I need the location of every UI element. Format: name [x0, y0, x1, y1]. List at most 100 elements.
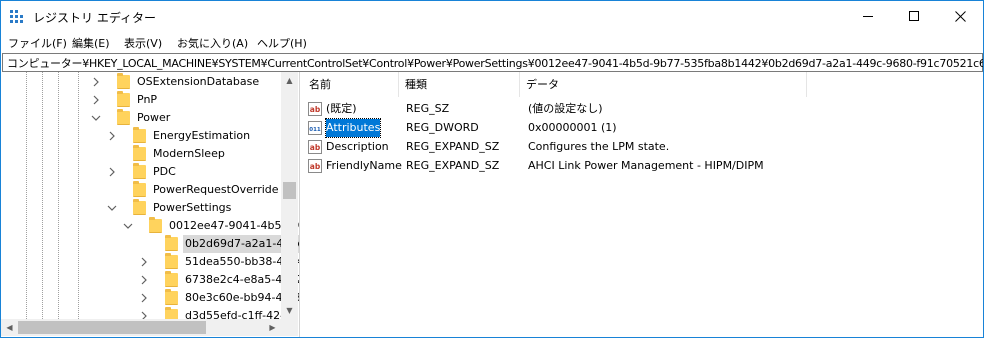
tree-item-label[interactable]: EnergyEstimation [151, 127, 252, 145]
folder-icon [117, 109, 130, 125]
value-row[interactable]: ab Description REG_EXPAND_SZ Configures the… [303, 138, 983, 156]
folder-icon [133, 163, 146, 179]
string-value-icon: ab [308, 102, 322, 116]
maximize-icon [909, 11, 919, 21]
folder-icon [133, 199, 146, 215]
folder-icon [165, 271, 178, 287]
value-data: AHCI Link Power Management - HIPM/DIPM [528, 159, 764, 172]
folder-icon [133, 181, 146, 197]
tree-item[interactable]: Power [1, 109, 281, 127]
chevron-down-icon[interactable] [123, 221, 133, 231]
minimize-button[interactable] [845, 1, 891, 32]
folder-icon [165, 289, 178, 305]
value-name[interactable]: (既定) [326, 100, 357, 118]
value-name[interactable]: FriendlyName [326, 157, 402, 175]
tree-item-label[interactable]: PnP [135, 91, 159, 109]
address-bar[interactable]: コンピューター¥HKEY_LOCAL_MACHINE¥SYSTEM¥Curren… [2, 53, 983, 72]
value-name[interactable]: Description [326, 138, 389, 156]
folder-icon [165, 235, 178, 251]
menu-view[interactable]: 表示(V) [123, 35, 163, 51]
chevron-right-icon[interactable] [107, 131, 117, 141]
tree-item[interactable]: 0012ee47-9041-4b5d-9b [1, 217, 299, 235]
value-data: Configures the LPM state. [528, 140, 670, 153]
value-type: REG_EXPAND_SZ [406, 159, 500, 172]
tree-horizontal-scrollbar[interactable]: ◀ ▶ [1, 319, 281, 336]
folder-icon [117, 91, 130, 107]
menu-help[interactable]: ヘルプ(H) [256, 35, 308, 51]
scroll-up-arrow-icon[interactable]: ▲ [281, 72, 298, 89]
value-type: REG_EXPAND_SZ [406, 140, 500, 153]
menu-bar: ファイル(F) 編集(E) 表示(V) お気に入り(A) ヘルプ(H) [1, 32, 983, 52]
chevron-right-icon[interactable] [139, 293, 149, 303]
key-tree-pane: OSExtensionDatabase PnP Power EnergyEstimat… [1, 72, 300, 337]
tree-item-label[interactable]: OSExtensionDatabase [135, 73, 261, 91]
scroll-left-arrow-icon[interactable]: ◀ [1, 319, 18, 336]
chevron-down-icon[interactable] [107, 203, 117, 213]
close-icon [955, 11, 966, 22]
tree-item-label[interactable]: PowerSettings [151, 199, 233, 217]
tree-item-label[interactable]: PowerRequestOverride [151, 181, 281, 199]
column-header-name[interactable]: 名前 [303, 72, 399, 97]
title-bar[interactable]: レジストリ エディター [1, 1, 983, 32]
tree-item[interactable]: OSExtensionDatabase [1, 73, 281, 91]
minimize-icon [863, 16, 873, 17]
svg-text:ab: ab [310, 162, 321, 171]
tree-item[interactable]: 0b2d69d7-a2a1-449c [1, 235, 299, 253]
string-value-icon: ab [308, 159, 322, 173]
chevron-right-icon[interactable] [139, 257, 149, 267]
tree-item[interactable]: PDC [1, 163, 281, 181]
tree-item[interactable]: PnP [1, 91, 281, 109]
tree-item[interactable]: PowerRequestOverride [1, 181, 281, 199]
svg-text:ab: ab [310, 105, 321, 114]
column-header-type[interactable]: 種類 [399, 72, 520, 97]
scroll-down-arrow-icon[interactable]: ▼ [281, 302, 298, 319]
folder-icon [133, 145, 146, 161]
chevron-right-icon[interactable] [107, 167, 117, 177]
maximize-button[interactable] [891, 1, 937, 32]
value-data: (値の設定なし) [528, 102, 603, 115]
window-title: レジストリ エディター [33, 11, 156, 25]
close-button[interactable] [937, 1, 983, 32]
tree-item[interactable]: EnergyEstimation [1, 127, 281, 145]
folder-icon [133, 127, 146, 143]
string-value-icon: ab [308, 140, 322, 154]
menu-edit[interactable]: 編集(E) [71, 35, 111, 51]
svg-text:011: 011 [309, 127, 321, 133]
chevron-right-icon[interactable] [91, 95, 101, 105]
tree-item-label[interactable]: Power [135, 109, 172, 127]
value-data: 0x00000001 (1) [528, 121, 617, 134]
value-list-pane: 名前 種類 データ ab (既定) REG_SZ (値の設定なし) 011 Attribu… [303, 72, 983, 337]
folder-icon [165, 253, 178, 269]
column-header-data[interactable]: データ [520, 72, 807, 97]
value-type: REG_DWORD [406, 121, 479, 134]
folder-icon [149, 217, 162, 233]
tree-item-label[interactable]: PDC [151, 163, 178, 181]
chevron-right-icon[interactable] [139, 275, 149, 285]
chevron-down-icon[interactable] [91, 113, 101, 123]
registry-editor-app-icon [10, 10, 23, 23]
menu-favorites[interactable]: お気に入り(A) [176, 35, 249, 51]
value-type: REG_SZ [406, 102, 450, 115]
tree-item[interactable]: 80e3c60e-bb94-4ad8 [1, 289, 299, 307]
tree-item[interactable]: PowerSettings [1, 199, 281, 217]
address-path[interactable]: コンピューター¥HKEY_LOCAL_MACHINE¥SYSTEM¥Curren… [7, 55, 983, 71]
tree-item[interactable]: ModernSleep [1, 145, 281, 163]
tree-vscroll-thumb[interactable] [283, 182, 296, 199]
chevron-right-icon[interactable] [91, 77, 101, 87]
tree-item[interactable]: 51dea550-bb38-4bc4 [1, 253, 299, 271]
tree-item[interactable]: 6738e2c4-e8a5-4a42- [1, 271, 299, 289]
value-row[interactable]: 011 Attributes REG_DWORD 0x00000001 (1) [303, 118, 983, 138]
value-row[interactable]: ab (既定) REG_SZ (値の設定なし) [303, 100, 983, 118]
tree-hscroll-thumb[interactable] [18, 321, 206, 334]
scrollbar-corner [281, 319, 298, 336]
value-row[interactable]: ab FriendlyName REG_EXPAND_SZ AHCI Link Pow… [303, 157, 983, 175]
svg-text:ab: ab [310, 143, 321, 152]
tree-vertical-scrollbar[interactable]: ▲ ▼ [281, 72, 298, 319]
scroll-right-arrow-icon[interactable]: ▶ [264, 319, 281, 336]
binary-value-icon: 011 [308, 121, 322, 135]
value-name[interactable]: Attributes [324, 118, 382, 138]
menu-file[interactable]: ファイル(F) [7, 35, 68, 51]
registry-editor-window: レジストリ エディター ファイル(F) 編集(E) 表示(V) お気に入り(A)… [0, 0, 984, 338]
folder-icon [117, 73, 130, 89]
tree-item-label[interactable]: ModernSleep [151, 145, 227, 163]
